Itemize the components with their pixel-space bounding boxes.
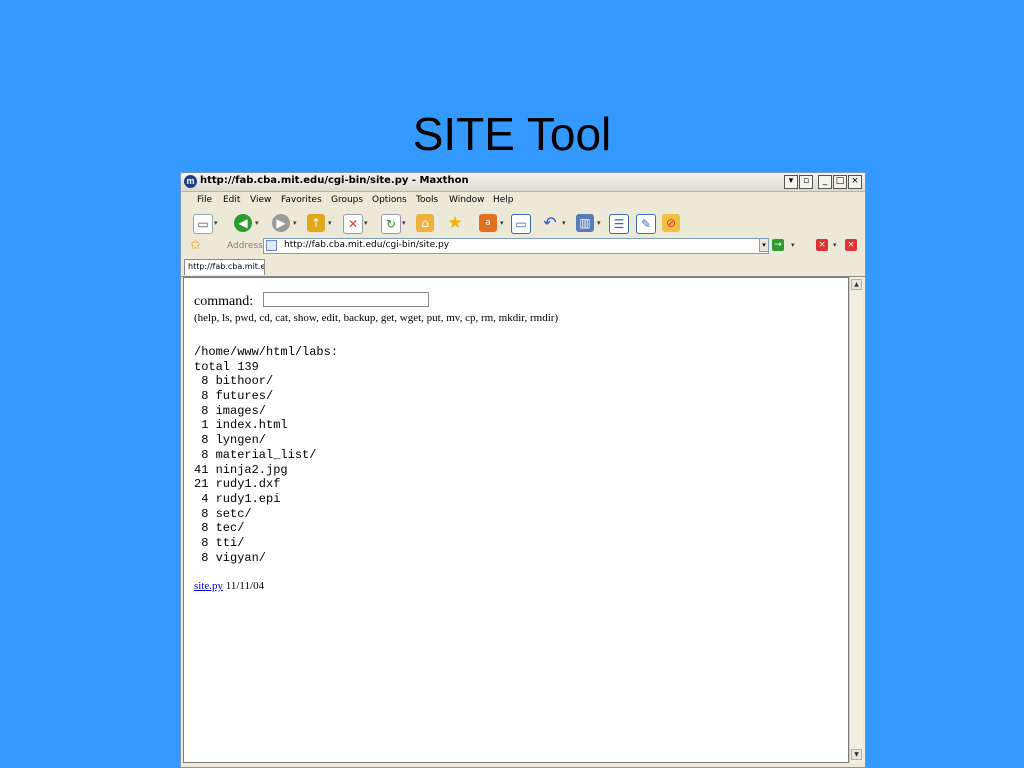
vertical-scrollbar[interactable]: ▲ ▼ (849, 277, 863, 763)
menu-tools[interactable]: Tools (416, 195, 438, 205)
go-dropdown-icon[interactable]: ▾ (791, 241, 795, 249)
browser-window: m http://fab.cba.mit.edu/cgi-bin/site.py… (180, 172, 866, 768)
page-content: command: (help, ls, pwd, cd, cat, show, … (183, 277, 849, 763)
forward-icon[interactable]: ▶ (272, 214, 290, 232)
address-label: Address (227, 241, 263, 251)
menu-edit[interactable]: Edit (223, 195, 240, 205)
home-icon[interactable]: ⌂ (416, 214, 434, 232)
list-item: 8 tec/ (194, 521, 245, 536)
list-item: 8 images/ (194, 403, 267, 418)
list-item: 8 tti/ (194, 535, 245, 550)
window-title: http://fab.cba.mit.edu/cgi-bin/site.py -… (200, 175, 469, 186)
list-item: 8 bithoor/ (194, 374, 274, 389)
help-text: (help, ls, pwd, cd, cat, show, edit, bac… (194, 312, 559, 324)
search-dropdown-icon[interactable]: ▾ (500, 219, 504, 227)
back-dropdown-icon[interactable]: ▾ (255, 219, 259, 227)
scroll-up-icon[interactable]: ▲ (851, 279, 862, 290)
list-item: 21 rudy1.dxf (194, 477, 281, 492)
address-url[interactable]: http://fab.cba.mit.edu/cgi-bin/site.py (284, 240, 449, 250)
slide-title: SITE Tool (412, 108, 612, 160)
close-all-icon[interactable]: × (845, 239, 857, 251)
list-item: /home/www/html/labs: (194, 345, 339, 359)
footer-date: 11/11/04 (225, 580, 265, 592)
list-item: 8 lyngen/ (194, 433, 267, 448)
status-bar (181, 763, 865, 767)
close-tab-icon[interactable]: × (816, 239, 828, 251)
edit-icon[interactable]: ✎ (636, 214, 656, 234)
up-folder-icon[interactable]: ↑ (307, 214, 325, 232)
close-button[interactable]: × (848, 175, 862, 189)
footer-line: site.py 11/11/04 (194, 580, 264, 592)
command-row: command: (194, 292, 429, 310)
new-dropdown-icon[interactable]: ▾ (214, 219, 218, 227)
list-item: 8 setc/ (194, 506, 252, 521)
menu-view[interactable]: View (250, 195, 271, 205)
minimize-button[interactable]: _ (818, 175, 832, 189)
close-dropdown-icon[interactable]: ▾ (833, 241, 837, 249)
block-popup-icon[interactable]: ⊘ (662, 214, 680, 232)
back-icon[interactable]: ◀ (234, 214, 252, 232)
list-item: 8 material_list/ (194, 447, 317, 462)
undo-close-icon[interactable]: ↶ (541, 214, 559, 232)
scroll-down-icon[interactable]: ▼ (851, 749, 862, 760)
maximize-button[interactable]: □ (833, 175, 847, 189)
search-icon[interactable]: a (479, 214, 497, 232)
site-py-link[interactable]: site.py (194, 580, 223, 592)
list-item: 8 futures/ (194, 389, 274, 404)
toolbar: ▭ ▾ ◀ ▾ ▶ ▾ ↑ ▾ ✕ ▾ ↻ ▾ ⌂ ★ a ▾ ▭ ↶ ▾ ▥ … (181, 210, 865, 236)
group-dropdown-icon[interactable]: ▾ (597, 219, 601, 227)
address-dropdown-icon[interactable]: ▾ (759, 238, 769, 252)
tab-site[interactable]: http://fab.cba.mit.e (184, 259, 265, 275)
address-bar: ✩ Address http://fab.cba.mit.edu/cgi-bin… (181, 236, 865, 256)
list-item: total 139 (194, 359, 259, 374)
new-page-icon[interactable]: ▭ (193, 214, 213, 234)
sidebar-icon[interactable]: ☰ (609, 214, 629, 234)
list-item: 8 vigyan/ (194, 550, 267, 565)
refresh-icon[interactable]: ↻ (381, 214, 401, 234)
directory-listing: /home/www/html/labs: total 139 8 bithoor… (194, 345, 338, 565)
restore-tab-icon[interactable]: ▾ (784, 175, 798, 189)
tab-strip: http://fab.cba.mit.e (181, 257, 865, 277)
group-icon[interactable]: ▥ (576, 214, 594, 232)
command-label: command: (194, 294, 254, 309)
menu-file[interactable]: File (197, 195, 212, 205)
stop-dropdown-icon[interactable]: ▾ (364, 219, 368, 227)
forward-dropdown-icon[interactable]: ▾ (293, 219, 297, 227)
stop-icon[interactable]: ✕ (343, 214, 363, 234)
tab-restore-icon[interactable]: ▫ (799, 175, 813, 189)
go-icon[interactable]: → (772, 239, 784, 251)
window-icon[interactable]: ▭ (511, 214, 531, 234)
refresh-dropdown-icon[interactable]: ▾ (402, 219, 406, 227)
undo-dropdown-icon[interactable]: ▾ (562, 219, 566, 227)
menu-help[interactable]: Help (493, 195, 514, 205)
title-bar: m http://fab.cba.mit.edu/cgi-bin/site.py… (181, 173, 865, 192)
favorites-star-icon[interactable]: ★ (446, 214, 464, 232)
list-item: 1 index.html (194, 418, 288, 433)
command-input[interactable] (263, 292, 429, 307)
menu-favorites[interactable]: Favorites (281, 195, 322, 205)
address-input[interactable]: http://fab.cba.mit.edu/cgi-bin/site.py (263, 238, 769, 254)
menu-groups[interactable]: Groups (331, 195, 363, 205)
list-item: 4 rudy1.epi (194, 491, 281, 506)
add-favorite-icon[interactable]: ✩ (190, 238, 201, 253)
menu-window[interactable]: Window (449, 195, 485, 205)
list-item: 41 ninja2.jpg (194, 462, 288, 477)
menu-options[interactable]: Options (372, 195, 407, 205)
up-dropdown-icon[interactable]: ▾ (328, 219, 332, 227)
window-controls: ▾ ▫ _ □ × (783, 175, 862, 189)
menu-bar: File Edit View Favorites Groups Options … (181, 192, 865, 209)
maxthon-icon: m (184, 175, 197, 188)
page-icon (266, 240, 277, 251)
